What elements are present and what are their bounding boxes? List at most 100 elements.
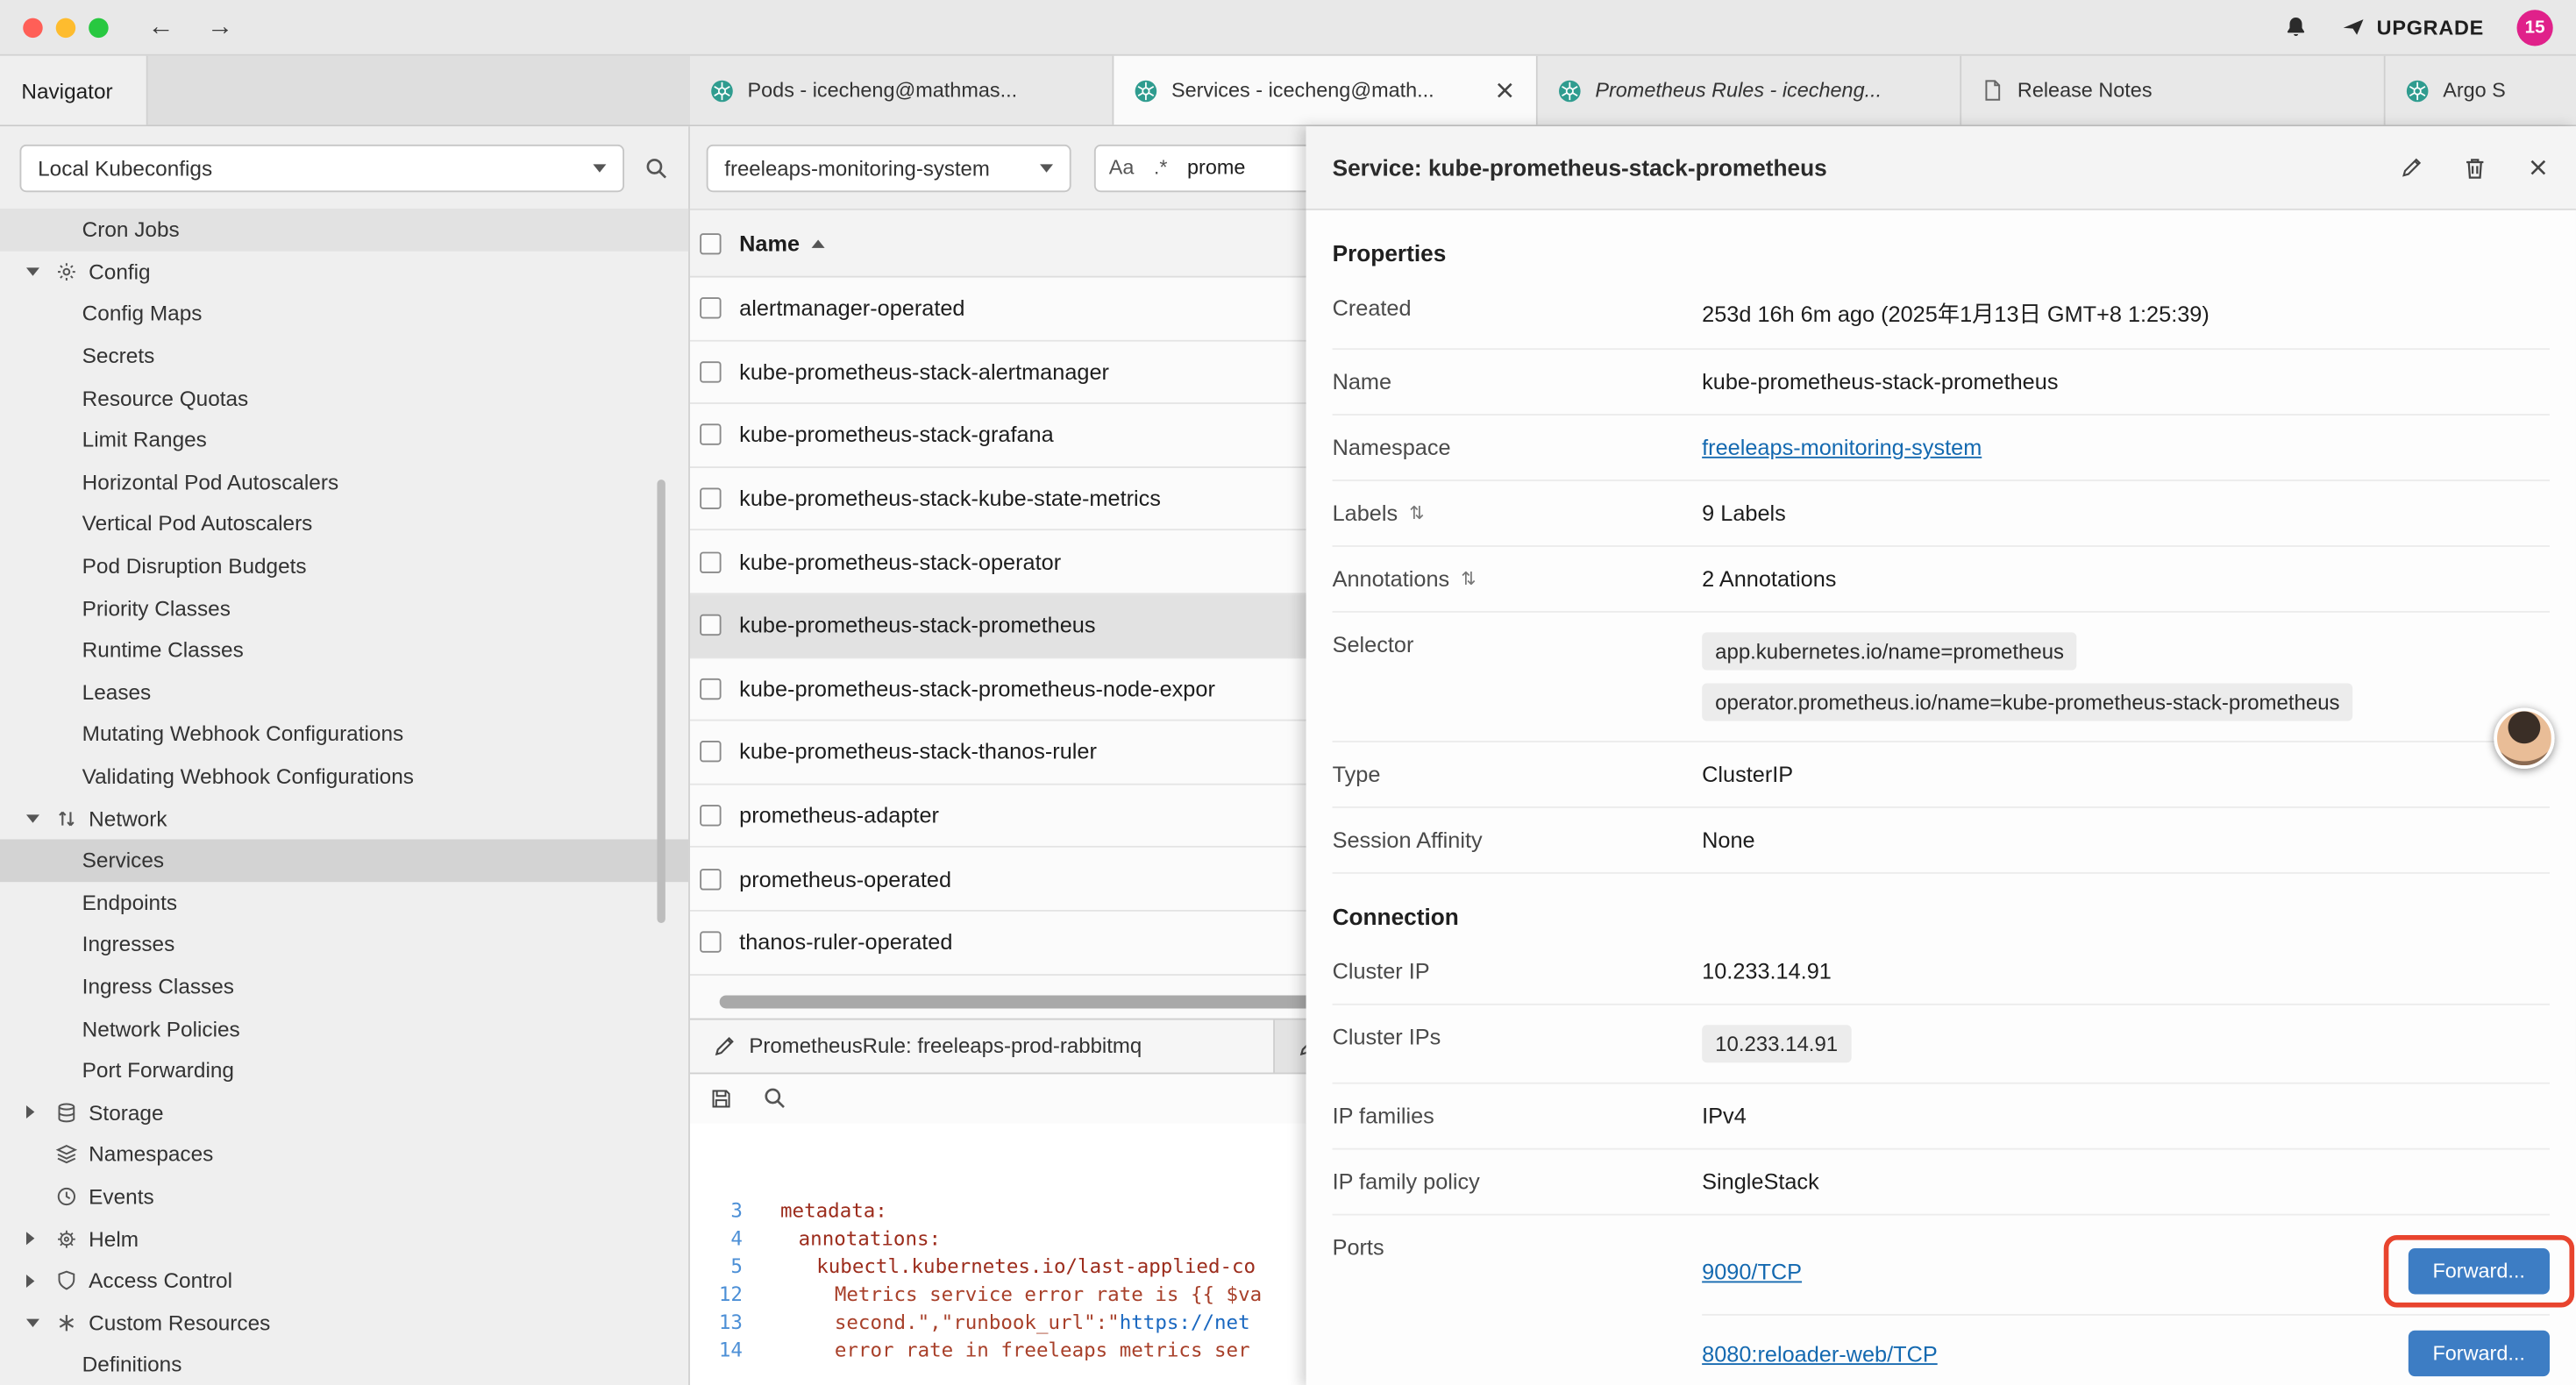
- row-checkbox[interactable]: [700, 742, 721, 763]
- sidebar-item-mutating-webhook-configurations[interactable]: Mutating Webhook Configurations: [0, 713, 688, 755]
- forward-button-1[interactable]: Forward...: [2408, 1248, 2550, 1294]
- sidebar-item-cron-jobs[interactable]: Cron Jobs: [0, 209, 688, 251]
- sidebar-item-runtime-classes[interactable]: Runtime Classes: [0, 629, 688, 671]
- chevron-down-icon: [26, 267, 39, 275]
- sidebar-item-resource-quotas[interactable]: Resource Quotas: [0, 377, 688, 419]
- sidebar-item-limit-ranges[interactable]: Limit Ranges: [0, 419, 688, 461]
- sidebar-item-vertical-pod-autoscalers[interactable]: Vertical Pod Autoscalers: [0, 503, 688, 545]
- sidebar-item-horizontal-pod-autoscalers[interactable]: Horizontal Pod Autoscalers: [0, 461, 688, 503]
- layers-icon: [56, 1144, 89, 1165]
- editor-search-icon[interactable]: [762, 1086, 786, 1111]
- sidebar-item-validating-webhook-configurations[interactable]: Validating Webhook Configurations: [0, 755, 688, 797]
- sidebar-item-definitions[interactable]: Definitions: [0, 1344, 688, 1385]
- traffic-lights: [23, 18, 108, 37]
- sidebar-item-label: Custom Resources: [89, 1310, 270, 1335]
- match-case-toggle[interactable]: Aa: [1109, 156, 1135, 179]
- sidebar-item-network[interactable]: Network: [0, 797, 688, 839]
- sidebar-item-helm[interactable]: Helm: [0, 1218, 688, 1260]
- name-column-header[interactable]: Name: [739, 231, 824, 255]
- user-avatar[interactable]: [2494, 708, 2554, 769]
- port-row-8080-reloader-web-tcp: 8080:reloader-web/TCP Forward...: [1702, 1322, 2550, 1384]
- chevron-right-icon: [26, 1232, 34, 1245]
- tab-argo-s[interactable]: Argo S: [2386, 56, 2576, 125]
- port-row-9090-tcp: 9090/TCP Forward...: [1702, 1235, 2550, 1316]
- sidebar-item-storage[interactable]: Storage: [0, 1091, 688, 1133]
- row-checkbox[interactable]: [700, 805, 721, 826]
- chevron-down-icon: [593, 163, 606, 171]
- property-row-type: TypeClusterIP: [1333, 742, 2550, 808]
- row-checkbox[interactable]: [700, 424, 721, 445]
- notifications-bell-icon[interactable]: [2283, 15, 2308, 39]
- session-affinity-value: None: [1702, 827, 2550, 852]
- row-checkbox[interactable]: [700, 488, 721, 509]
- minimize-window-button[interactable]: [56, 18, 75, 37]
- back-button[interactable]: ←: [148, 14, 174, 40]
- dock-tab-prometheusrule[interactable]: PrometheusRule: freeleaps-prod-rabbitmq: [690, 1019, 1275, 1072]
- row-checkbox[interactable]: [700, 361, 721, 382]
- row-checkbox[interactable]: [700, 678, 721, 700]
- namespace-link[interactable]: freeleaps-monitoring-system: [1702, 436, 1982, 460]
- tab-prometheus-rules[interactable]: Prometheus Rules - icecheng...: [1538, 56, 1961, 125]
- sidebar-item-ingress-classes[interactable]: Ingress Classes: [0, 965, 688, 1007]
- drawer-header: Service: kube-prometheus-stack-prometheu…: [1306, 126, 2576, 210]
- save-icon[interactable]: [709, 1087, 732, 1110]
- delete-trash-icon[interactable]: [2463, 155, 2487, 180]
- sidebar-item-pod-disruption-budgets[interactable]: Pod Disruption Budgets: [0, 545, 688, 587]
- property-row-ip-families: IP familiesIPv4: [1333, 1084, 2550, 1150]
- tab-services[interactable]: Services - icecheng@math...: [1114, 56, 1537, 125]
- sidebar-search-icon[interactable]: [644, 155, 668, 180]
- sidebar-item-config-maps[interactable]: Config Maps: [0, 293, 688, 335]
- kubeconfig-selector[interactable]: Local Kubeconfigs: [19, 144, 624, 191]
- regex-toggle[interactable]: .*: [1154, 156, 1168, 179]
- row-checkbox[interactable]: [700, 551, 721, 572]
- sidebar-item-events[interactable]: Events: [0, 1175, 688, 1218]
- upgrade-button[interactable]: UPGRADE: [2340, 15, 2484, 39]
- sidebar-item-port-forwarding[interactable]: Port Forwarding: [0, 1049, 688, 1091]
- navigator-panel-tab[interactable]: Navigator: [0, 56, 148, 125]
- sidebar-item-services[interactable]: Services: [0, 839, 688, 881]
- sidebar-item-endpoints[interactable]: Endpoints: [0, 881, 688, 923]
- close-window-button[interactable]: [23, 18, 42, 37]
- service-details-drawer: Service: kube-prometheus-stack-prometheu…: [1306, 126, 2576, 1385]
- close-drawer-icon[interactable]: [2527, 156, 2550, 179]
- app-window: ← → UPGRADE 15 Navigator Pods - icecheng…: [0, 0, 2576, 1385]
- tab-pods[interactable]: Pods - icecheng@mathmas...: [690, 56, 1114, 125]
- close-tab-icon[interactable]: [1493, 79, 1516, 102]
- forward-button[interactable]: →: [207, 14, 233, 40]
- sidebar-scrollbar[interactable]: [657, 479, 665, 923]
- sort-icon[interactable]: ⇅: [1409, 502, 1424, 523]
- row-checkbox[interactable]: [700, 932, 721, 953]
- port-link-9090-tcp[interactable]: 9090/TCP: [1702, 1259, 1802, 1283]
- sidebar-item-ingresses[interactable]: Ingresses: [0, 923, 688, 965]
- sidebar-item-config[interactable]: Config: [0, 251, 688, 293]
- sidebar-item-leases[interactable]: Leases: [0, 671, 688, 713]
- row-checkbox[interactable]: [700, 614, 721, 636]
- sidebar-item-access-control[interactable]: Access Control: [0, 1260, 688, 1302]
- service-name: kube-prometheus-stack-operator: [739, 550, 1061, 574]
- tab-release-notes[interactable]: Release Notes: [1961, 56, 2385, 125]
- section-heading-properties: Properties: [1333, 240, 2550, 266]
- property-row-created: Created253d 16h 6m ago (2025年1月13日 GMT+8…: [1333, 276, 2550, 350]
- code-text: Metrics service error rate is {{ $va: [762, 1281, 1262, 1309]
- namespace-selector[interactable]: freeleaps-monitoring-system: [707, 144, 1071, 191]
- code-text: annotations:: [762, 1225, 941, 1253]
- select-all-checkbox[interactable]: [700, 232, 721, 253]
- sidebar-item-namespaces[interactable]: Namespaces: [0, 1133, 688, 1175]
- sidebar-item-priority-classes[interactable]: Priority Classes: [0, 587, 688, 629]
- forward-button-2[interactable]: Forward...: [2408, 1331, 2550, 1376]
- port-link-8080-reloader-web-tcp[interactable]: 8080:reloader-web/TCP: [1702, 1341, 1938, 1366]
- sidebar-item-secrets[interactable]: Secrets: [0, 335, 688, 377]
- maximize-window-button[interactable]: [89, 18, 108, 37]
- notification-count-badge[interactable]: 15: [2517, 9, 2553, 45]
- sidebar-item-network-policies[interactable]: Network Policies: [0, 1007, 688, 1049]
- service-name: kube-prometheus-stack-prometheus: [739, 613, 1095, 637]
- sort-icon[interactable]: ⇅: [1461, 568, 1476, 589]
- document-icon: [1982, 79, 2004, 102]
- line-number: 5: [690, 1253, 762, 1281]
- row-checkbox[interactable]: [700, 298, 721, 319]
- edit-pencil-icon[interactable]: [2400, 156, 2423, 179]
- kubernetes-icon: [1557, 78, 1582, 103]
- sidebar-item-custom-resources[interactable]: Custom Resources: [0, 1302, 688, 1344]
- row-checkbox[interactable]: [700, 869, 721, 890]
- service-name: kube-prometheus-stack-prometheus-node-ex…: [739, 677, 1215, 701]
